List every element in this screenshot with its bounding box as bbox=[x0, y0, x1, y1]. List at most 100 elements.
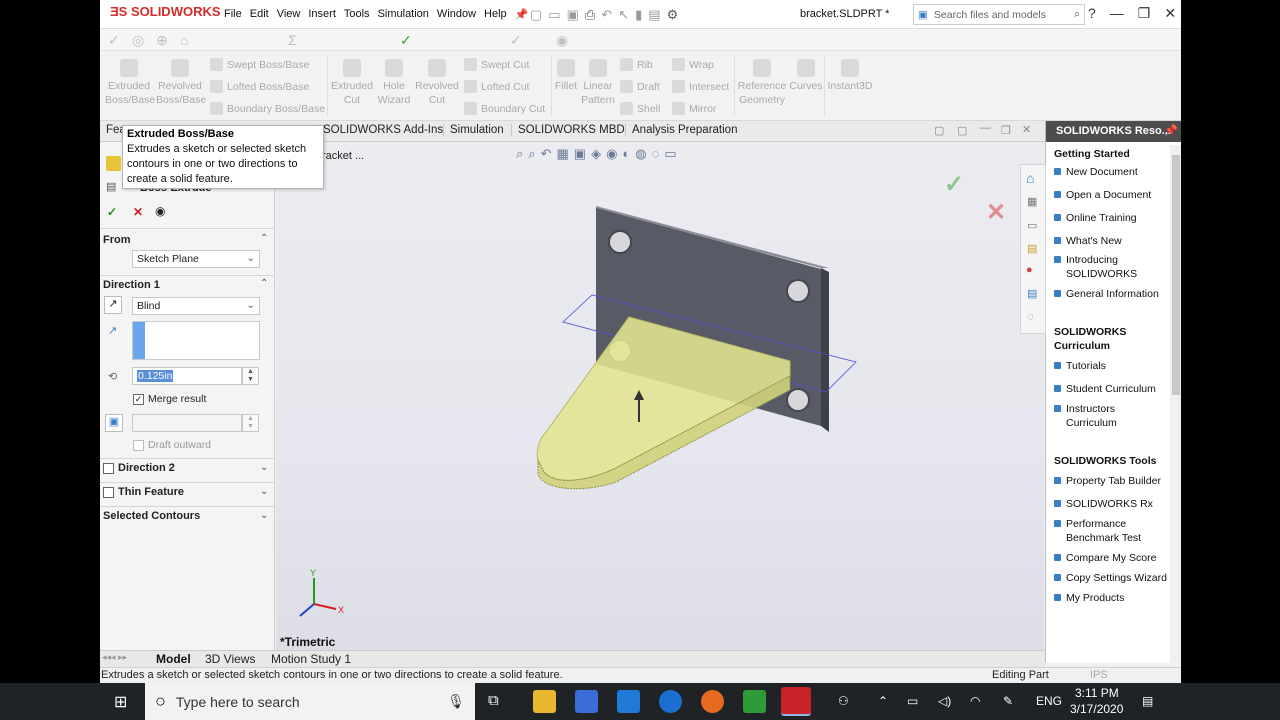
depth-input[interactable]: 0.125in bbox=[132, 367, 242, 385]
new-document-link[interactable]: New Document bbox=[1046, 165, 1168, 179]
collapse-direction1-icon[interactable]: ⌃ bbox=[260, 278, 268, 289]
undo-icon[interactable]: ↶ bbox=[601, 7, 612, 23]
end-condition-select[interactable]: Blind ⌄ bbox=[132, 297, 260, 315]
battery-icon[interactable]: ▭ bbox=[907, 694, 918, 708]
property-tab-builder-link[interactable]: Property Tab Builder bbox=[1046, 474, 1168, 488]
graphics-area[interactable]: racket ... ⌕ ⌕ ↶ ▦ ▣ ◈ ◉ ◐ ◍ ◌ ▭ ✓ ✕ Y X… bbox=[276, 142, 1044, 650]
tab-mbd[interactable]: SOLIDWORKS MBD bbox=[511, 124, 631, 136]
select-icon[interactable]: ↖ bbox=[618, 7, 629, 23]
draft-spinner[interactable]: ▲ ▼ bbox=[242, 414, 259, 432]
wifi-icon[interactable]: ◠ bbox=[970, 694, 980, 708]
smart-dimension-icon[interactable]: ◎ bbox=[132, 32, 144, 49]
menu-tools[interactable]: Tools bbox=[344, 8, 370, 21]
direction-selection-box[interactable] bbox=[132, 321, 260, 360]
notifications-icon[interactable]: ▤ bbox=[1142, 694, 1153, 708]
restore-icon[interactable]: ❐ bbox=[1138, 5, 1151, 22]
solidworks-rx-link[interactable]: SOLIDWORKS Rx bbox=[1046, 497, 1168, 511]
tab-model[interactable]: Model bbox=[156, 652, 191, 666]
direction2-checkbox[interactable] bbox=[103, 462, 114, 474]
tab-3d-views[interactable]: 3D Views bbox=[205, 652, 255, 666]
preview-eye-icon[interactable]: ◉ bbox=[155, 204, 165, 218]
benchmark-test-link[interactable]: Performance Benchmark Test bbox=[1046, 517, 1168, 545]
cancel-icon[interactable]: ✕ bbox=[133, 205, 143, 219]
property-manager-tab-icon[interactable]: ▤ bbox=[106, 180, 116, 193]
getting-started-header[interactable]: Getting Started bbox=[1046, 147, 1168, 161]
feature-icon[interactable]: ✓ bbox=[510, 32, 522, 49]
language-indicator[interactable]: ENG bbox=[1036, 694, 1062, 708]
windows-start-icon[interactable]: ⊞ bbox=[114, 692, 127, 712]
open-document-link[interactable]: Open a Document bbox=[1046, 188, 1168, 202]
viewport-minimize-icon[interactable]: — bbox=[980, 122, 991, 134]
check-icon[interactable]: ✓ bbox=[400, 32, 412, 49]
viewport-restore-icon[interactable]: ❐ bbox=[1001, 124, 1011, 137]
tab-motion-study[interactable]: Motion Study 1 bbox=[271, 652, 351, 666]
new-document-icon[interactable]: ▢ bbox=[530, 7, 542, 23]
compare-my-score-link[interactable]: Compare My Score bbox=[1046, 551, 1168, 565]
revolved-cut-button[interactable]: Revolved Cut bbox=[413, 59, 461, 107]
solidworks-taskbar-icon[interactable] bbox=[781, 687, 811, 716]
menu-window[interactable]: Window bbox=[437, 8, 476, 21]
instructors-curriculum-link[interactable]: Instructors Curriculum bbox=[1046, 402, 1168, 430]
task-view-icon[interactable]: ⧉ bbox=[488, 692, 499, 709]
pen-icon[interactable]: ✎ bbox=[1003, 694, 1013, 708]
menu-help[interactable]: Help bbox=[484, 8, 507, 21]
tools-header[interactable]: SOLIDWORKS Tools bbox=[1046, 454, 1168, 468]
extruded-boss-button[interactable]: Extruded Boss/Base bbox=[105, 59, 155, 107]
linear-pattern-button[interactable]: Linear Pattern bbox=[580, 59, 616, 107]
copy-settings-wizard-link[interactable]: Copy Settings Wizard bbox=[1046, 571, 1168, 585]
save-icon[interactable]: ▣ bbox=[567, 7, 579, 23]
depth-spinner[interactable]: ▲ ▼ bbox=[242, 367, 259, 385]
design-library-icon[interactable]: ▦ bbox=[1027, 195, 1037, 208]
solidworks-logo[interactable]: ƎS SOLIDWORKS bbox=[110, 4, 221, 19]
search-scope-icon[interactable]: ▣ bbox=[918, 9, 928, 21]
collapse-from-icon[interactable]: ⌃ bbox=[260, 233, 268, 244]
merge-checkbox[interactable]: ✓ bbox=[133, 393, 144, 405]
clock-date[interactable]: 3/17/2020 bbox=[1070, 702, 1123, 716]
viewport-close-icon[interactable]: ✕ bbox=[1022, 123, 1031, 136]
file-explorer-taskbar-icon[interactable] bbox=[533, 690, 556, 713]
general-information-link[interactable]: General Information bbox=[1046, 287, 1168, 301]
direction2-section[interactable]: Direction 2 bbox=[103, 462, 175, 474]
tab-scroll-arrows-icon[interactable]: ◂◂◂ ▸▸ bbox=[102, 652, 127, 663]
selected-contours-label[interactable]: Selected Contours bbox=[103, 510, 200, 522]
options-gear-icon[interactable]: ⚙ bbox=[667, 7, 679, 23]
tab-addins[interactable]: SOLIDWORKS Add-Ins bbox=[316, 124, 449, 136]
intersect-button[interactable]: Intersect bbox=[672, 80, 729, 93]
taskbar-search[interactable]: ○ Type here to search 🎙 bbox=[145, 683, 475, 720]
draft-outward-checkbox[interactable]: Draft outward bbox=[133, 439, 211, 451]
firefox-taskbar-icon[interactable] bbox=[701, 690, 724, 713]
fillet-button[interactable]: Fillet bbox=[552, 59, 580, 93]
pin-task-pane-icon[interactable]: 📌 bbox=[1164, 124, 1178, 137]
thin-feature-checkbox[interactable] bbox=[103, 486, 114, 498]
draft-button[interactable]: Draft bbox=[620, 80, 660, 93]
online-training-link[interactable]: Online Training bbox=[1046, 211, 1168, 225]
expand-direction2-icon[interactable]: ⌄ bbox=[260, 462, 268, 473]
thin-feature-section[interactable]: Thin Feature bbox=[103, 486, 184, 498]
whats-new-link[interactable]: What's New bbox=[1046, 234, 1168, 248]
reverse-direction-icon[interactable]: ↗ bbox=[104, 296, 122, 314]
tile-icon[interactable]: ▢ bbox=[934, 124, 944, 137]
mirror-button[interactable]: Mirror bbox=[672, 102, 716, 115]
search-box[interactable]: ▣ Search files and models ⌕ bbox=[913, 4, 1085, 25]
forum-icon[interactable]: ◌ bbox=[1027, 311, 1034, 323]
sketch-icon[interactable]: ✓ bbox=[108, 32, 120, 49]
student-curriculum-link[interactable]: Student Curriculum bbox=[1046, 382, 1168, 396]
show-hidden-icons-icon[interactable]: ⌃ bbox=[878, 694, 888, 708]
file-explorer-icon[interactable]: ▭ bbox=[1027, 219, 1037, 232]
lofted-boss-button[interactable]: Lofted Boss/Base bbox=[210, 80, 309, 93]
wrap-button[interactable]: Wrap bbox=[672, 58, 714, 71]
rib-button[interactable]: Rib bbox=[620, 58, 653, 71]
swept-boss-button[interactable]: Swept Boss/Base bbox=[210, 58, 309, 71]
measure-icon[interactable]: ⊕ bbox=[156, 32, 168, 49]
hole-wizard-button[interactable]: Hole Wizard bbox=[372, 59, 416, 107]
curriculum-header[interactable]: SOLIDWORKS Curriculum bbox=[1046, 325, 1168, 353]
minimize-icon[interactable]: — bbox=[1110, 5, 1124, 22]
evaluate-icon[interactable]: ◉ bbox=[556, 32, 568, 49]
view-palette-icon[interactable]: ▤ bbox=[1027, 242, 1037, 255]
store-taskbar-icon[interactable] bbox=[575, 690, 598, 713]
my-products-link[interactable]: My Products bbox=[1046, 591, 1168, 605]
edge-taskbar-icon[interactable] bbox=[659, 690, 682, 713]
scrollbar-thumb[interactable] bbox=[1172, 155, 1180, 395]
menu-view[interactable]: View bbox=[277, 8, 301, 21]
lofted-cut-button[interactable]: Lofted Cut bbox=[464, 80, 529, 93]
